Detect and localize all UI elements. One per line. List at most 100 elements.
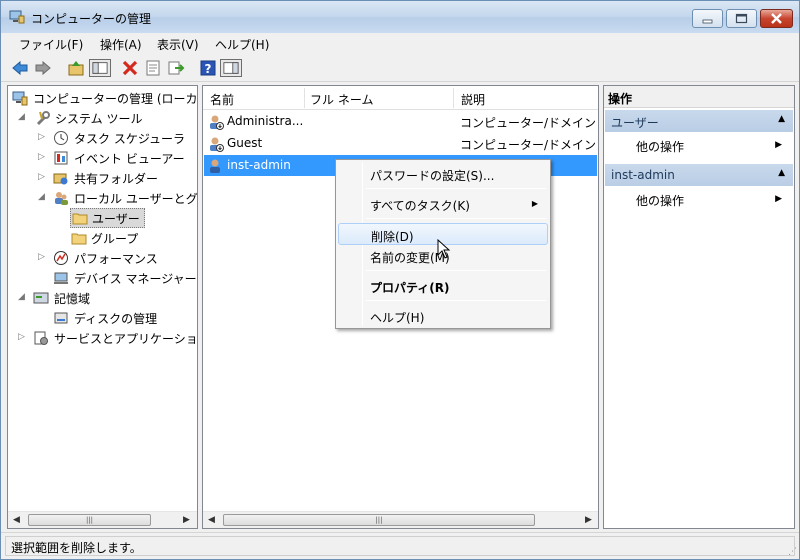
menu-item-all-tasks[interactable]: すべてのタスク(K) ▶ <box>338 193 548 215</box>
scroll-left-icon[interactable]: ◀ <box>208 515 215 525</box>
menu-help[interactable]: ヘルプ(H) <box>215 36 269 53</box>
menu-item-label: パスワードの設定(S)... <box>370 169 495 183</box>
collapse-twisty-icon[interactable]: ◢ <box>38 192 45 202</box>
tree-item-task-scheduler[interactable]: ▷ タスク スケジューラ <box>38 128 194 148</box>
tree-horizontal-scrollbar[interactable]: ◀ ||| ▶ <box>8 511 197 528</box>
user-icon <box>210 159 220 173</box>
scrollbar-thumb[interactable]: ||| <box>28 514 151 526</box>
minimize-icon <box>702 19 713 24</box>
forward-icon[interactable] <box>34 59 52 77</box>
up-folder-icon[interactable] <box>67 59 85 77</box>
close-button[interactable] <box>760 9 793 28</box>
more-actions-users[interactable]: 他の操作 <box>636 138 684 155</box>
title-bar[interactable]: コンピューターの管理 <box>1 1 799 33</box>
user-icon <box>210 137 224 152</box>
scrollbar-thumb[interactable]: ||| <box>223 514 535 526</box>
tree-item-event-viewer[interactable]: ▷ イベント ビューアー <box>38 148 194 168</box>
collapse-twisty-icon[interactable]: ◢ <box>18 292 25 302</box>
menu-action[interactable]: 操作(A) <box>100 36 142 53</box>
actions-section-users[interactable]: ユーザー ▲ <box>605 110 793 132</box>
column-separator[interactable] <box>304 88 305 108</box>
computer-icon <box>12 91 28 106</box>
resize-grip-icon[interactable]: ⋰ <box>788 547 797 557</box>
section-title: inst-admin <box>611 168 675 182</box>
scroll-right-icon[interactable]: ▶ <box>183 515 190 525</box>
actions-header: 操作 <box>604 86 794 108</box>
menu-item-label: 削除(D) <box>371 230 414 244</box>
expand-twisty-icon[interactable]: ▷ <box>18 332 25 342</box>
help-icon[interactable]: ? <box>199 59 217 77</box>
minimize-button[interactable] <box>692 9 723 28</box>
console-tree[interactable]: コンピューターの管理 (ローカ ◢ システム ツール ▷ タスク スケジューラ … <box>7 85 198 529</box>
tree-item-services-applications[interactable]: ▷ サービスとアプリケーショ <box>18 328 198 348</box>
event-viewer-icon <box>54 151 68 165</box>
tree-item-disk-management[interactable]: ディスクの管理 <box>53 308 194 328</box>
scroll-right-icon[interactable]: ▶ <box>585 515 592 525</box>
menu-view[interactable]: 表示(V) <box>157 36 199 53</box>
tree-item-users[interactable]: ユーザー <box>70 208 145 228</box>
column-description[interactable]: 説明 <box>461 91 485 108</box>
tree-item-performance[interactable]: ▷ パフォーマンス <box>38 248 194 268</box>
menu-item-label: プロパティ(R) <box>370 281 450 295</box>
column-name[interactable]: 名前 <box>210 91 234 108</box>
show-tree-icon[interactable] <box>89 59 111 77</box>
svg-text:?: ? <box>205 62 212 76</box>
clock-icon <box>54 131 68 145</box>
user-description: コンピューター/ドメイン <box>460 116 597 130</box>
shared-folder-icon <box>53 173 68 185</box>
collapse-section-icon[interactable]: ▲ <box>778 168 785 178</box>
folder-icon <box>72 213 88 225</box>
user-description: コンピューター/ドメイン <box>460 138 597 152</box>
expand-twisty-icon[interactable]: ▷ <box>38 152 45 162</box>
tree-item-computer-management[interactable]: コンピューターの管理 (ローカ <box>12 88 198 108</box>
action-pane-icon[interactable] <box>220 59 242 77</box>
tree-item-storage[interactable]: ◢ 記憶域 <box>18 288 194 308</box>
tree-item-shared-folders[interactable]: ▷ 共有フォルダー <box>38 168 194 188</box>
collapse-twisty-icon[interactable]: ◢ <box>18 112 25 122</box>
tree-item-label: パフォーマンス <box>74 252 158 266</box>
list-horizontal-scrollbar[interactable]: ◀ ||| ▶ <box>203 511 598 528</box>
maximize-button[interactable] <box>726 9 757 28</box>
user-name: Guest <box>227 136 263 150</box>
tree-item-label: ユーザー <box>92 212 140 226</box>
list-item-guest[interactable]: Guest コンピューター/ドメイン <box>204 133 597 154</box>
list-item-administrator[interactable]: Administra... コンピューター/ドメイン <box>204 111 597 132</box>
back-icon[interactable] <box>11 59 29 77</box>
section-title: ユーザー <box>611 116 659 130</box>
expand-twisty-icon[interactable]: ▷ <box>38 172 45 182</box>
delete-icon[interactable] <box>121 59 139 77</box>
expand-twisty-icon[interactable]: ▷ <box>38 252 45 262</box>
menu-item-properties[interactable]: プロパティ(R) <box>338 275 548 297</box>
properties-icon[interactable] <box>144 59 162 77</box>
more-actions-inst-admin[interactable]: 他の操作 <box>636 192 684 209</box>
close-icon <box>771 13 782 24</box>
mouse-cursor-icon <box>437 239 451 259</box>
expand-twisty-icon[interactable]: ▷ <box>38 132 45 142</box>
computer-management-icon <box>9 10 25 24</box>
tree-item-label: コンピューターの管理 (ローカ <box>33 92 198 106</box>
menu-separator <box>366 270 546 271</box>
tree-item-device-manager[interactable]: デバイス マネージャー <box>53 268 197 288</box>
column-separator[interactable] <box>453 88 454 108</box>
collapse-section-icon[interactable]: ▲ <box>778 114 785 124</box>
menu-bar: ファイル(F) 操作(A) 表示(V) ヘルプ(H) <box>1 33 799 54</box>
toolbar: ? <box>1 54 799 82</box>
disk-icon <box>54 312 68 324</box>
tree-item-groups[interactable]: グループ <box>70 228 150 248</box>
menu-separator <box>366 300 546 301</box>
tree-item-label: イベント ビューアー <box>74 152 185 166</box>
menu-item-set-password[interactable]: パスワードの設定(S)... <box>338 163 548 185</box>
menu-item-help[interactable]: ヘルプ(H) <box>338 305 548 327</box>
menu-file[interactable]: ファイル(F) <box>19 36 83 53</box>
actions-section-inst-admin[interactable]: inst-admin ▲ <box>605 164 793 186</box>
performance-icon <box>54 251 68 265</box>
column-fullname[interactable]: フル ネーム <box>310 91 373 108</box>
submenu-arrow-icon: ▶ <box>775 194 782 204</box>
submenu-arrow-icon: ▶ <box>531 199 538 208</box>
export-icon[interactable] <box>167 59 185 77</box>
tree-item-label: サービスとアプリケーショ <box>54 332 198 346</box>
tree-item-system-tools[interactable]: ◢ システム ツール <box>18 108 194 128</box>
tree-item-label: 記憶域 <box>54 292 91 306</box>
tree-item-local-users-groups[interactable]: ◢ ローカル ユーザーとグ <box>38 188 198 208</box>
scroll-left-icon[interactable]: ◀ <box>13 515 20 525</box>
